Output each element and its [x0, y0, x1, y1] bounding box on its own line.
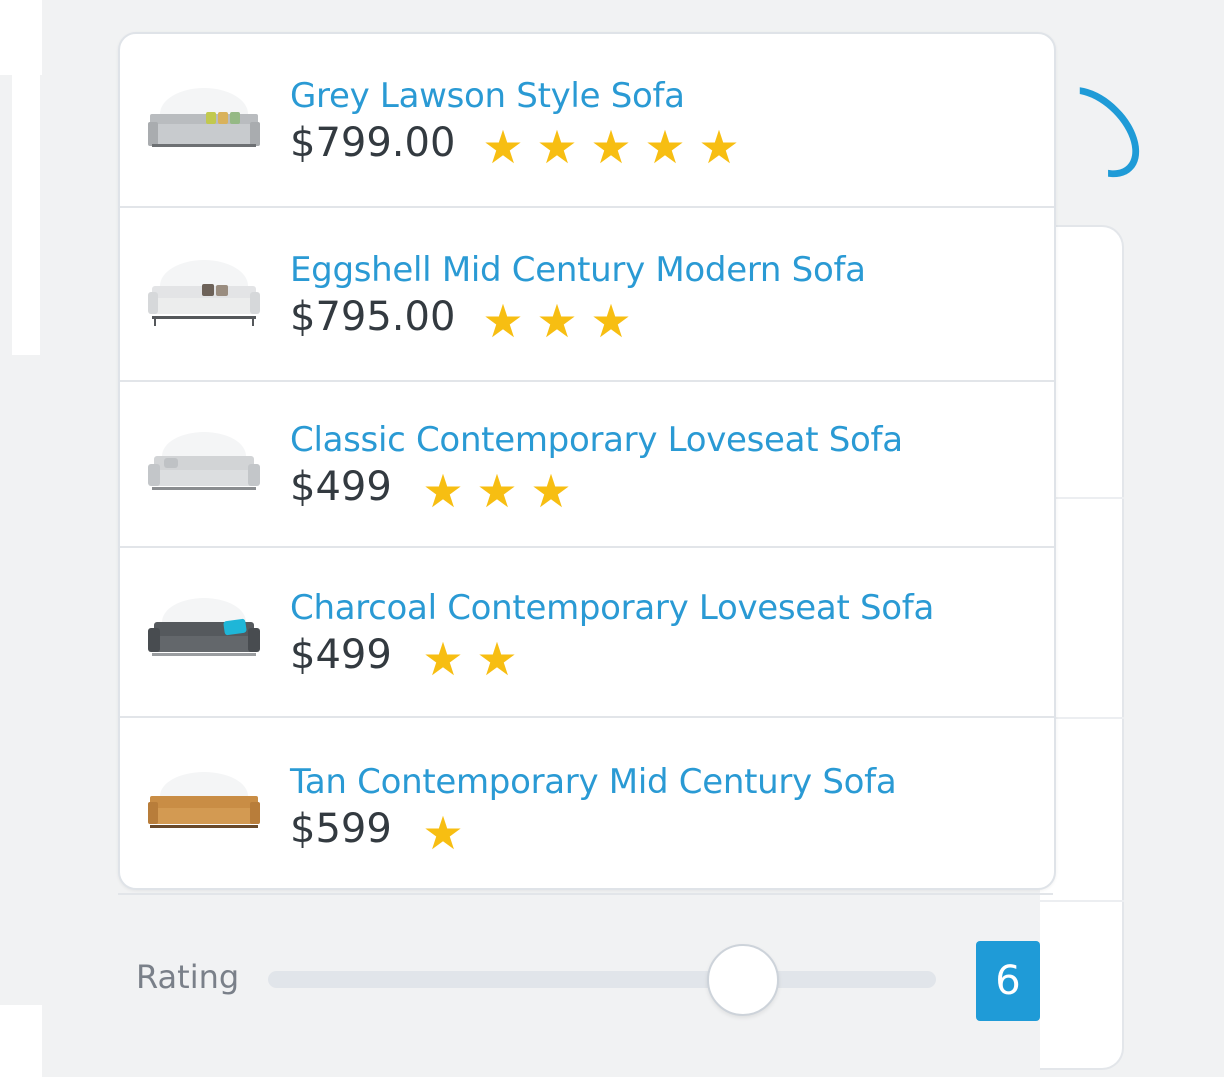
- star-icon: ★: [482, 294, 524, 348]
- star-icon: ★: [422, 806, 464, 860]
- rating-slider-track[interactable]: [268, 971, 936, 988]
- star-icon: ★: [476, 632, 518, 686]
- rating-slider-handle[interactable]: [707, 944, 779, 1016]
- product-thumbnail[interactable]: [144, 428, 264, 502]
- product-price: $599: [290, 806, 392, 852]
- product-price: $499: [290, 464, 392, 510]
- app-stage: Grey Lawson Style Sofa $799.00 ★★★★★: [0, 0, 1224, 1077]
- star-icon: ★: [644, 120, 686, 174]
- product-title-link[interactable]: Classic Contemporary Loveseat Sofa: [290, 420, 903, 460]
- rating-stars: ★ ★ ★: [482, 294, 632, 348]
- grey-sofa-image: [148, 88, 260, 147]
- product-thumbnail[interactable]: [144, 768, 264, 842]
- star-icon: ★: [530, 464, 572, 518]
- rating-value-badge: 6: [976, 941, 1040, 1021]
- star-icon: ★: [590, 120, 632, 174]
- background-panel: [0, 1005, 42, 1077]
- star-icon: ★: [590, 294, 632, 348]
- list-item[interactable]: Classic Contemporary Loveseat Sofa $499 …: [120, 382, 1054, 548]
- product-title-link[interactable]: Tan Contemporary Mid Century Sofa: [290, 762, 897, 802]
- panel-divider: [1040, 900, 1124, 902]
- rating-stars: ★ ★ ★: [422, 464, 572, 518]
- list-item[interactable]: Eggshell Mid Century Modern Sofa $795.00…: [120, 208, 1054, 382]
- background-panel: [0, 0, 42, 75]
- star-icon: ★: [698, 120, 740, 174]
- product-title-link[interactable]: Eggshell Mid Century Modern Sofa: [290, 250, 866, 290]
- rating-stars: ★ ★: [422, 632, 518, 686]
- star-icon: ★: [536, 120, 578, 174]
- list-item[interactable]: Charcoal Contemporary Loveseat Sofa $499…: [120, 548, 1054, 718]
- star-icon: ★: [422, 632, 464, 686]
- star-icon: ★: [476, 464, 518, 518]
- product-title-link[interactable]: Charcoal Contemporary Loveseat Sofa: [290, 588, 934, 628]
- product-title-link[interactable]: Grey Lawson Style Sofa: [290, 76, 685, 116]
- product-price: $799.00: [290, 120, 456, 166]
- star-icon: ★: [482, 120, 524, 174]
- star-icon: ★: [422, 464, 464, 518]
- search-results-list: Grey Lawson Style Sofa $799.00 ★★★★★: [118, 32, 1056, 890]
- star-icon: ★: [536, 294, 578, 348]
- product-thumbnail[interactable]: [144, 256, 264, 330]
- eggshell-sofa-image: [148, 260, 260, 326]
- rating-filter-label: Rating: [136, 958, 240, 996]
- divider: [118, 893, 1053, 895]
- rating-stars: ★ ★ ★ ★ ★: [482, 120, 740, 174]
- product-thumbnail[interactable]: [144, 594, 264, 668]
- list-item[interactable]: Tan Contemporary Mid Century Sofa $599 ★: [120, 718, 1054, 888]
- rating-stars: ★: [422, 806, 464, 860]
- tan-sofa-image: [148, 772, 260, 828]
- background-panel: [12, 75, 40, 355]
- product-price: $499: [290, 632, 392, 678]
- product-price: $795.00: [290, 294, 456, 340]
- product-thumbnail[interactable]: [144, 84, 264, 158]
- classic-loveseat-image: [148, 432, 260, 490]
- charcoal-loveseat-image: [148, 598, 260, 656]
- list-item[interactable]: Grey Lawson Style Sofa $799.00 ★ ★ ★ ★ ★: [120, 34, 1054, 208]
